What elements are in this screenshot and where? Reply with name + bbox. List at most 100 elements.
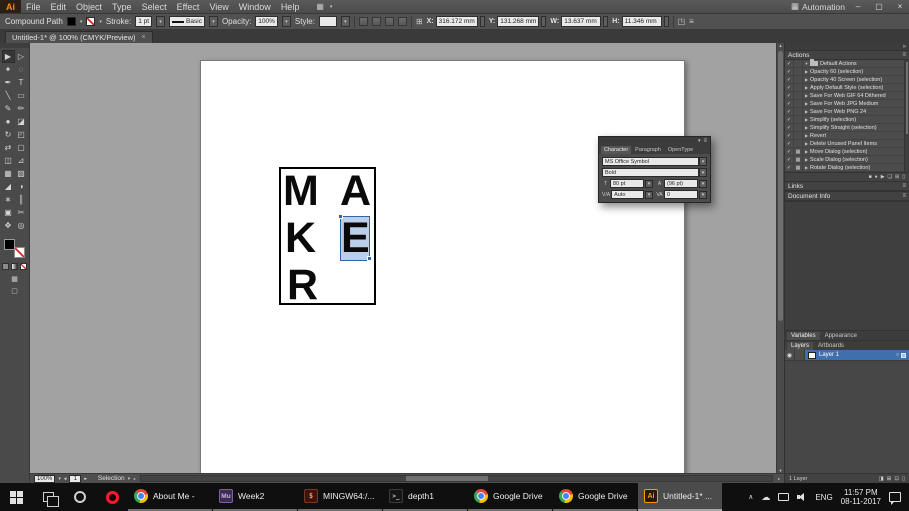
paintbrush-tool[interactable]: ✎ <box>2 102 15 115</box>
taskbar-app-button[interactable]: About Me - <box>128 483 212 511</box>
lasso-tool[interactable]: ◌ <box>15 63 28 76</box>
action-dialog-toggle[interactable] <box>794 156 803 163</box>
action-row[interactable]: Delete Unused Panel Items <box>785 140 909 148</box>
chevron-icon[interactable] <box>803 140 810 147</box>
taskbar-app-button[interactable]: Ai Untitled-1* ... <box>638 483 722 511</box>
kerning-input[interactable]: Auto <box>611 190 644 199</box>
hand-tool[interactable]: ✥ <box>2 219 15 232</box>
action-dialog-toggle[interactable] <box>794 92 803 99</box>
chevron-icon[interactable] <box>803 148 810 155</box>
next-artboard-icon[interactable] <box>84 476 87 482</box>
chevron-icon[interactable] <box>803 84 810 91</box>
action-row[interactable]: Revert <box>785 132 909 140</box>
pencil-tool[interactable]: ✏ <box>15 102 28 115</box>
transform-input[interactable]: 131.268 mm <box>497 16 540 27</box>
align-icon[interactable] <box>384 17 394 26</box>
actions-scrollbar[interactable] <box>904 60 909 172</box>
action-dialog-toggle[interactable] <box>794 68 803 75</box>
chevron-icon[interactable] <box>803 76 810 83</box>
hidden-icons-button[interactable] <box>748 493 753 501</box>
leading-dropdown-icon[interactable] <box>699 179 707 188</box>
font-style-dropdown-icon[interactable] <box>699 168 707 177</box>
gradient-tool[interactable]: ▧ <box>15 167 28 180</box>
zoom-level-field[interactable]: 100% <box>34 474 56 483</box>
tracking-dropdown-icon[interactable] <box>699 190 707 199</box>
action-checkbox[interactable] <box>785 92 794 99</box>
restore-button[interactable]: ▢ <box>871 0 887 13</box>
stroke-color-swatch[interactable] <box>14 247 25 258</box>
width-tool[interactable]: ⇄ <box>2 141 15 154</box>
line-segment-tool[interactable]: ╲ <box>2 89 15 102</box>
action-row[interactable]: Simplify Straight (selection) <box>785 124 909 132</box>
slice-tool[interactable]: ✂ <box>15 206 28 219</box>
actions-panel-header[interactable]: Actions <box>785 50 909 60</box>
opacity-dropdown[interactable] <box>281 16 291 27</box>
menu-item[interactable]: Effect <box>172 0 205 13</box>
action-row[interactable]: Opacity 40 Screen (selection) <box>785 76 909 84</box>
style-dropdown[interactable] <box>318 16 337 27</box>
task-view-button[interactable] <box>32 483 64 511</box>
action-checkbox[interactable] <box>785 132 794 139</box>
new-action-set-icon[interactable] <box>888 174 892 180</box>
language-indicator[interactable]: ENG <box>815 493 832 502</box>
chevron-icon[interactable] <box>803 164 810 171</box>
action-checkbox[interactable] <box>785 60 794 67</box>
menu-item[interactable]: Help <box>276 0 305 13</box>
align-icon[interactable] <box>397 17 407 26</box>
stroke-weight-dropdown[interactable] <box>156 16 166 27</box>
record-icon[interactable] <box>875 174 878 180</box>
links-panel-header[interactable]: Links <box>785 181 909 191</box>
zoom-tool[interactable]: ◎ <box>15 219 28 232</box>
action-row[interactable]: Move Dialog (selection) <box>785 148 909 156</box>
play-action-icon[interactable] <box>881 174 885 180</box>
color-button[interactable] <box>2 263 9 270</box>
chevron-icon[interactable] <box>803 116 810 123</box>
chevron-icon[interactable] <box>803 92 810 99</box>
action-dialog-toggle[interactable] <box>794 60 803 67</box>
action-row[interactable]: Simplify (selection) <box>785 116 909 124</box>
chevron-icon[interactable] <box>803 108 810 115</box>
zoom-dropdown-icon[interactable] <box>58 476 61 482</box>
panel-menu-icon[interactable] <box>689 17 694 26</box>
stepper-icon[interactable] <box>663 16 669 27</box>
layer-row[interactable]: Layer 1 <box>785 350 909 361</box>
artboard-letter[interactable]: M <box>283 170 319 213</box>
chevron-icon[interactable] <box>803 100 810 107</box>
layer-name[interactable]: Layer 1 <box>819 352 839 358</box>
scale-tool[interactable]: ◰ <box>15 128 28 141</box>
action-row[interactable]: Rotate Dialog (selection) <box>785 164 909 172</box>
menu-item[interactable]: Window <box>234 0 276 13</box>
magic-wand-tool[interactable]: ✦ <box>2 63 15 76</box>
taskbar-app-button[interactable]: $ MINGW64:/... <box>298 483 382 511</box>
taskbar-app-button[interactable]: Google Drive <box>553 483 637 511</box>
stepper-icon[interactable] <box>479 16 485 27</box>
panel-tab[interactable]: Appearance <box>821 332 861 340</box>
new-layer-icon[interactable] <box>894 476 899 482</box>
action-row[interactable]: Save For Web GIF 64 Dithered <box>785 92 909 100</box>
blob-brush-tool[interactable]: ● <box>2 115 15 128</box>
start-button[interactable] <box>0 483 32 511</box>
close-button[interactable]: × <box>892 0 908 13</box>
close-tab-icon[interactable]: × <box>142 34 146 41</box>
taskbar-app-button[interactable]: Google Drive <box>468 483 552 511</box>
font-style-select[interactable]: Bold <box>602 168 699 177</box>
panel-tab[interactable]: Paragraph <box>632 146 664 154</box>
menu-item[interactable]: Type <box>107 0 137 13</box>
direct-selection-tool[interactable]: ▷ <box>15 50 28 63</box>
artboard-tool[interactable]: ▣ <box>2 206 15 219</box>
network-icon[interactable] <box>778 493 790 501</box>
brush-dropdown-button[interactable] <box>208 16 218 27</box>
menu-item[interactable]: View <box>204 0 233 13</box>
fill-swatch[interactable] <box>66 17 76 26</box>
artboard-letter[interactable]: A <box>340 170 371 213</box>
scroll-left-icon[interactable] <box>133 476 135 481</box>
stepper-icon[interactable] <box>541 16 547 27</box>
style-dropdown-button[interactable] <box>340 16 350 27</box>
chevron-icon[interactable] <box>803 60 810 67</box>
delete-layer-icon[interactable] <box>902 476 905 482</box>
action-checkbox[interactable] <box>785 148 794 155</box>
blend-tool[interactable]: ◑ <box>15 180 28 193</box>
tools-panel-header[interactable] <box>0 43 29 48</box>
action-dialog-toggle[interactable] <box>794 140 803 147</box>
align-icon[interactable] <box>358 17 368 26</box>
